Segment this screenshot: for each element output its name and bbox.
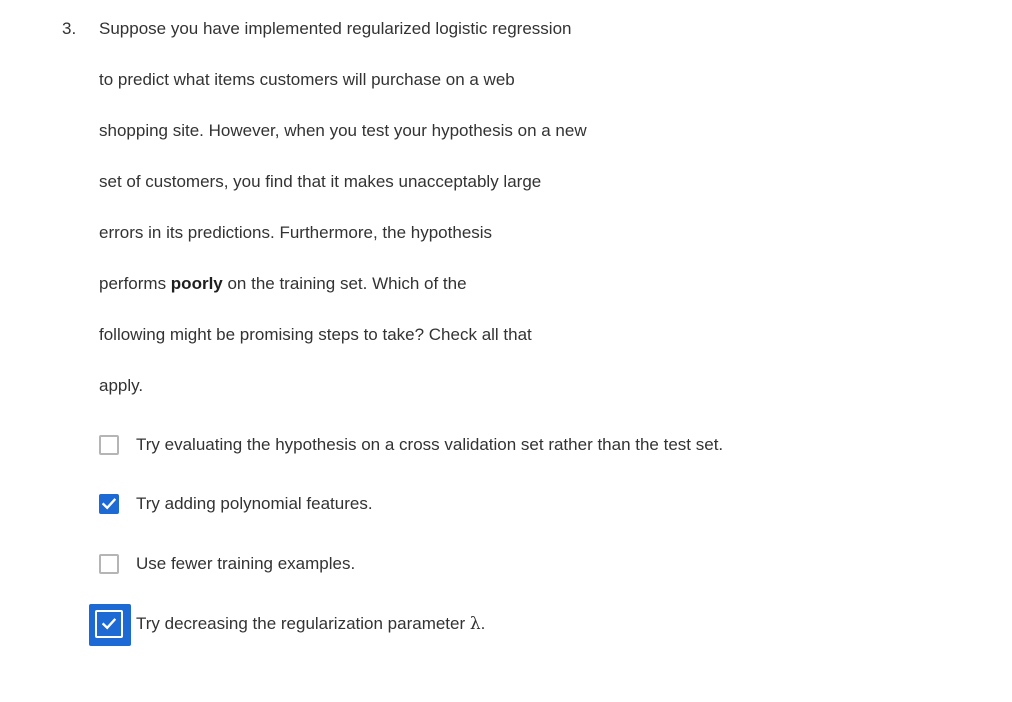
emphasis-poorly: poorly: [170, 274, 223, 293]
question-line-3: shopping site. However, when you test yo…: [99, 121, 587, 140]
question-line-7: following might be promising steps to ta…: [99, 325, 532, 344]
checkbox[interactable]: [99, 554, 119, 574]
question-line-5: errors in its predictions. Furthermore, …: [99, 223, 493, 242]
option-label-text: Try decreasing the regularization parame…: [136, 614, 470, 633]
option-decrease-lambda[interactable]: Try decreasing the regularization parame…: [88, 604, 988, 646]
quiz-question: 3. Suppose you have implemented regulari…: [0, 0, 1012, 702]
option-label: Try decreasing the regularization parame…: [136, 613, 485, 635]
question-line-1: Suppose you have implemented regularized…: [99, 19, 572, 38]
question-line-6: performs poorly on the training set. Whi…: [99, 273, 719, 295]
question-line-2: to predict what items customers will pur…: [99, 70, 515, 89]
question-number: 3.: [62, 19, 77, 38]
question-line-6-after: on the training set. Which of the: [222, 274, 467, 293]
question-line-4: set of customers, you find that it makes…: [99, 172, 542, 191]
checkbox[interactable]: [95, 610, 123, 638]
checkbox[interactable]: [99, 435, 119, 455]
question-line-8: apply.: [99, 376, 144, 395]
checkbox[interactable]: [99, 494, 119, 514]
lambda-symbol: λ: [469, 614, 481, 634]
option-label: Use fewer training examples.: [136, 554, 356, 573]
question-text: Suppose you have implemented regularized…: [99, 18, 719, 426]
option-label: Try adding polynomial features.: [136, 494, 373, 513]
option-fewer-examples[interactable]: Use fewer training examples.: [88, 549, 988, 583]
checkmark-icon: [102, 498, 116, 510]
question-line-6-before: performs: [99, 274, 171, 293]
checkmark-icon: [102, 618, 116, 630]
option-label-suffix: .: [480, 614, 486, 633]
option-label: Try evaluating the hypothesis on a cross…: [136, 435, 724, 454]
option-cross-validation[interactable]: Try evaluating the hypothesis on a cross…: [88, 430, 988, 464]
option-polynomial-features[interactable]: Try adding polynomial features.: [88, 489, 988, 523]
